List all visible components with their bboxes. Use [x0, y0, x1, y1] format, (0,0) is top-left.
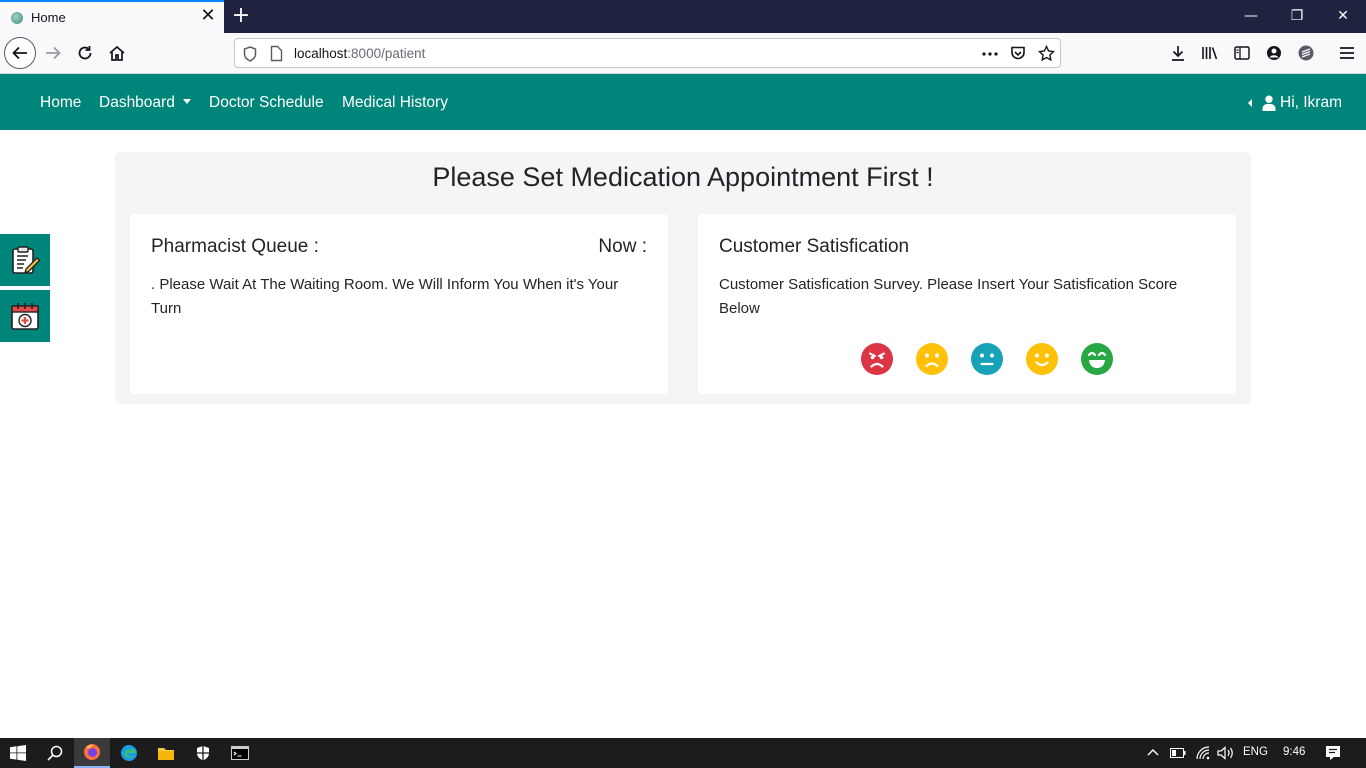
nav-doctor-schedule[interactable]: Doctor Schedule	[209, 94, 324, 112]
battery-icon[interactable]	[1170, 748, 1186, 758]
library-icon	[1202, 47, 1218, 60]
main-panel: Please Set Medication Appointment First …	[115, 152, 1251, 404]
account-button[interactable]	[1259, 38, 1289, 68]
downloads-button[interactable]	[1163, 38, 1193, 68]
url-bar[interactable]: localhost:8000/patient	[234, 38, 1061, 68]
firefox-icon	[84, 744, 100, 760]
volume-icon[interactable]	[1217, 746, 1235, 760]
back-arrow-icon	[12, 46, 27, 60]
page-title: Please Set Medication Appointment First …	[432, 162, 934, 192]
customer-satisfaction-card: Customer Satisfication Customer Satisfic…	[698, 214, 1236, 394]
chevron-up-icon[interactable]	[1147, 748, 1159, 756]
tab-title: Home	[31, 10, 66, 25]
extension-button[interactable]	[1291, 38, 1321, 68]
home-icon	[109, 45, 125, 61]
tab-close-icon[interactable]: ✕	[199, 7, 217, 25]
caret-left-icon	[1248, 99, 1252, 107]
extension-icon	[1298, 45, 1314, 61]
reload-icon	[78, 46, 92, 60]
clipboard-edit-icon	[12, 246, 41, 274]
more-icon	[982, 52, 998, 56]
taskbar-file-explorer[interactable]	[148, 738, 184, 768]
folder-icon	[158, 748, 174, 760]
menu-button[interactable]	[1332, 38, 1362, 68]
search-icon	[47, 745, 63, 761]
url-path: :8000/patient	[347, 46, 426, 61]
terminal-icon	[231, 746, 249, 760]
satisfaction-message: Customer Satisfication Survey. Please In…	[719, 276, 1178, 317]
language-indicator[interactable]: ENG	[1243, 746, 1268, 758]
account-icon	[1267, 46, 1281, 60]
windows-taskbar: ENG 9:46	[0, 738, 1366, 768]
app-navbar: Home Dashboard Doctor Schedule Medical H…	[0, 74, 1366, 130]
caret-down-icon	[182, 99, 191, 104]
satisfaction-rating	[861, 343, 1113, 375]
window-close-button[interactable]: ✕	[1320, 0, 1366, 33]
taskbar-terminal[interactable]	[222, 738, 258, 768]
restore-button[interactable]: ❐	[1274, 0, 1320, 33]
browser-toolbar: localhost:8000/patient	[0, 33, 1366, 74]
hamburger-icon	[1340, 47, 1354, 59]
favicon-icon	[11, 12, 23, 24]
side-calendar-button[interactable]	[0, 290, 50, 342]
taskbar-security[interactable]	[185, 738, 221, 768]
taskbar-firefox[interactable]	[74, 738, 110, 768]
wifi-icon[interactable]	[1196, 746, 1210, 760]
queue-now-label: Now :	[598, 236, 647, 257]
edge-icon	[121, 745, 137, 761]
bookmark-star-icon	[1038, 45, 1055, 62]
browser-tab-home[interactable]: Home ✕	[0, 0, 224, 33]
angry-face-icon[interactable]	[861, 343, 893, 375]
queue-message: . Please Wait At The Waiting Room. We Wi…	[151, 276, 619, 317]
forward-arrow-icon	[46, 46, 61, 60]
taskbar-search-button[interactable]	[37, 738, 73, 768]
pocket-icon	[1011, 46, 1025, 60]
start-button[interactable]	[0, 738, 36, 768]
side-notes-button[interactable]	[0, 234, 50, 286]
medical-calendar-icon	[11, 303, 39, 330]
user-icon	[1262, 95, 1276, 111]
nav-medical-history[interactable]: Medical History	[342, 94, 448, 112]
clock[interactable]: 9:46	[1283, 746, 1305, 758]
nav-dashboard-dropdown[interactable]: Dashboard	[99, 94, 191, 112]
pharmacist-queue-card: Pharmacist Queue : Now : . Please Wait A…	[130, 214, 668, 394]
home-button[interactable]	[102, 38, 132, 68]
back-button[interactable]	[4, 37, 36, 69]
windows-logo-icon	[10, 745, 26, 761]
nav-home[interactable]: Home	[40, 94, 81, 112]
sidebar-icon	[1234, 46, 1250, 60]
smile-face-icon[interactable]	[1026, 343, 1058, 375]
forward-button[interactable]	[38, 38, 68, 68]
shield-icon	[243, 46, 257, 62]
grin-face-icon[interactable]	[1081, 343, 1113, 375]
library-button[interactable]	[1195, 38, 1225, 68]
minimize-button[interactable]: —	[1228, 0, 1274, 33]
user-greeting: Hi, Ikram	[1280, 94, 1342, 111]
taskbar-edge[interactable]	[111, 738, 147, 768]
url-host: localhost	[294, 46, 348, 61]
neutral-face-icon[interactable]	[971, 343, 1003, 375]
security-shield-icon	[197, 746, 209, 761]
satisfaction-heading: Customer Satisfication	[719, 236, 910, 257]
page-icon	[270, 45, 283, 62]
reload-button[interactable]	[70, 38, 100, 68]
nav-dashboard-label: Dashboard	[99, 94, 175, 111]
sidebar-button[interactable]	[1227, 38, 1257, 68]
user-menu[interactable]: Hi, Ikram	[1248, 94, 1342, 112]
download-icon	[1172, 46, 1184, 61]
notification-icon[interactable]	[1325, 745, 1341, 761]
browser-tab-strip: Home ✕ + — ❐ ✕	[0, 0, 1366, 33]
queue-heading: Pharmacist Queue :	[151, 236, 319, 257]
sad-face-icon[interactable]	[916, 343, 948, 375]
new-tab-button[interactable]: +	[230, 4, 252, 28]
url-text[interactable]: localhost:8000/patient	[294, 46, 425, 61]
